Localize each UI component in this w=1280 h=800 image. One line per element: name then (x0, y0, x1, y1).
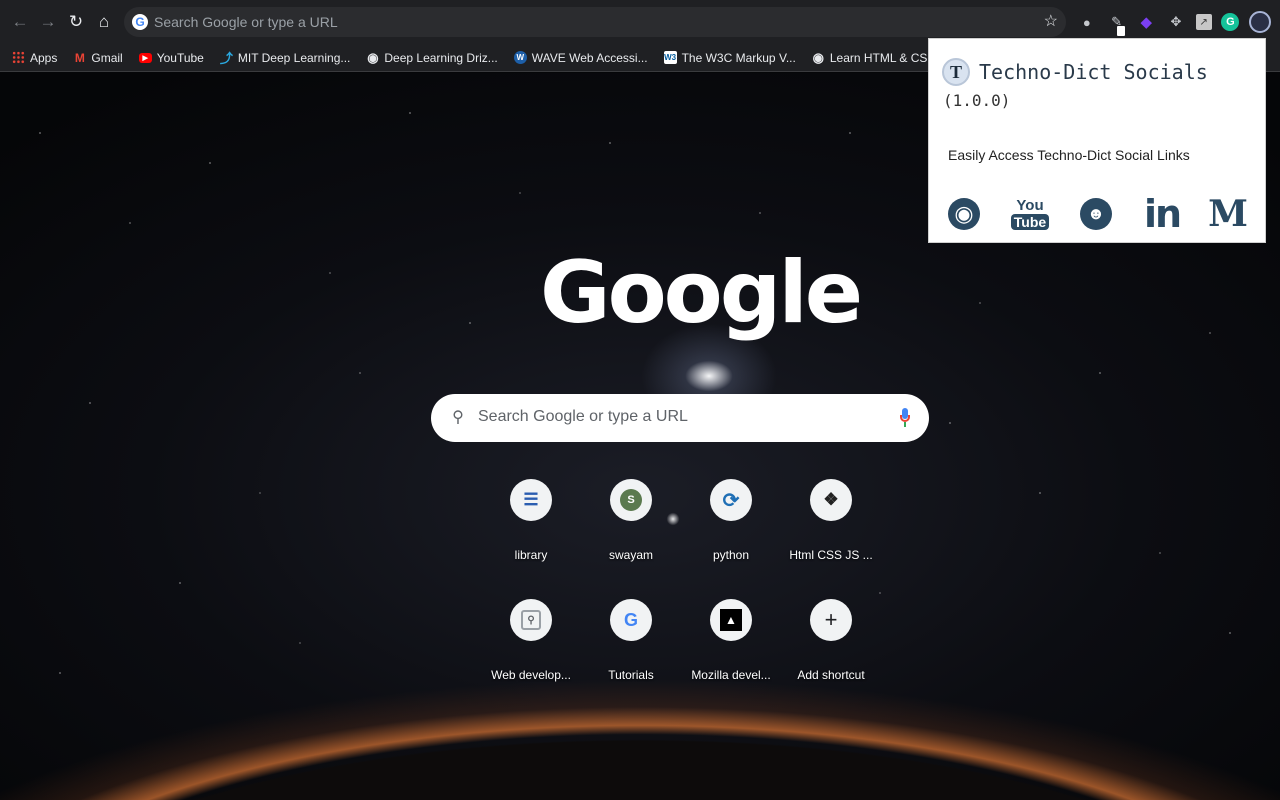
popup-title: Techno-Dict Socials (979, 60, 1208, 84)
github-icon: ☻ (1080, 198, 1112, 230)
bookmark-star-icon[interactable]: ☆ (1044, 11, 1058, 31)
shortcut-label: Tutorials (608, 668, 654, 682)
popup-version: (1.0.0) (943, 91, 1011, 110)
bug-extension-icon[interactable]: ● (1077, 12, 1097, 32)
gmail-icon: M (74, 50, 85, 65)
shortcut-tile: + (810, 599, 852, 641)
popup-description: Easily Access Techno-Dict Social Links (948, 147, 1190, 163)
reload-icon[interactable]: ↻ (62, 8, 90, 36)
apps-grid-icon (12, 51, 25, 64)
bookmark-label: Apps (30, 50, 58, 65)
shortcut-tile: S (610, 479, 652, 521)
shortcut-web-developer[interactable]: ⚲ Web develop... (481, 597, 581, 699)
swayam-icon: S (620, 489, 642, 511)
shortcut-label: Web develop... (491, 668, 571, 682)
shortcut-library[interactable]: ☰ library (481, 477, 581, 579)
mozilla-icon: ▲ (720, 609, 742, 631)
home-icon[interactable]: ⌂ (90, 8, 118, 36)
medium-icon: M (1208, 193, 1248, 235)
extension-pin-marker (1117, 26, 1125, 36)
bookmark-label: Deep Learning Driz... (384, 50, 498, 65)
extensions-area: ● ✎ ◆ ✥ ↗ G (1072, 6, 1276, 38)
shortcut-label: python (712, 548, 750, 562)
codepen-icon: ❖ (823, 490, 839, 509)
search-box[interactable]: ⚲ Search Google or type a URL (431, 394, 929, 442)
youtube-icon-top: You (1016, 197, 1044, 214)
bookmark-gmail[interactable]: M Gmail (73, 50, 123, 65)
mit-icon: ⤴ (219, 51, 233, 66)
extension-popup: T Techno-Dict Socials (1.0.0) Easily Acc… (928, 38, 1266, 243)
shortcut-label: Html CSS JS ... (789, 548, 873, 562)
shortcut-tile: ▲ (710, 599, 752, 641)
bookmark-label: YouTube (156, 50, 204, 65)
bookmark-w3c-validator[interactable]: W3 The W3C Markup V... (663, 50, 796, 65)
techno-dict-extension-icon[interactable] (1249, 11, 1272, 33)
linkedin-icon: in (1143, 192, 1182, 236)
library-icon: ☰ (523, 490, 539, 509)
shortcut-grid: ☰ library S swayam ⟳ python ❖ Html CSS J… (481, 477, 879, 699)
microphone-icon[interactable] (900, 408, 910, 428)
web-dev-icon: ⚲ (521, 610, 541, 630)
w3c-icon: W3 (663, 51, 677, 64)
youtube-icon: ▶ (138, 52, 152, 63)
python-icon: ⟳ (722, 489, 740, 512)
globe-icon: ◉ (948, 198, 980, 230)
shortcut-tutorials[interactable]: G Tutorials (581, 597, 681, 699)
bookmark-label: The W3C Markup V... (681, 50, 796, 65)
shortcut-mozilla-developer[interactable]: ▲ Mozilla devel... (681, 597, 781, 699)
globe-icon: ◉ (367, 49, 379, 65)
shortcut-html-css-js[interactable]: ❖ Html CSS JS ... (781, 477, 881, 579)
linkedin-link[interactable]: in (1143, 192, 1182, 236)
google-icon: G (132, 14, 148, 30)
youtube-icon-bottom: Tube (1010, 214, 1050, 230)
google-icon: G (623, 609, 638, 630)
medium-link[interactable]: M (1208, 193, 1248, 235)
bookmark-deep-learning-drizzle[interactable]: ◉ Deep Learning Driz... (366, 49, 498, 65)
pdf-extension-icon[interactable]: ↗ (1195, 14, 1212, 30)
add-shortcut-button[interactable]: + Add shortcut (781, 597, 881, 699)
bookmark-mit-deep-learning[interactable]: ⤴ MIT Deep Learning... (219, 50, 351, 67)
github-link[interactable]: ☻ (1078, 194, 1114, 234)
address-bar[interactable]: G Search Google or type a URL ☆ (124, 7, 1066, 37)
google-logo: Google (540, 243, 863, 343)
plus-icon: + (824, 607, 838, 632)
shortcut-tile: ⚲ (510, 599, 552, 641)
bookmark-apps[interactable]: Apps (12, 51, 57, 65)
bookmark-youtube[interactable]: ▶ YouTube (138, 50, 204, 65)
techno-dict-logo-icon: T (942, 58, 970, 86)
shortcut-label: Mozilla devel... (691, 668, 771, 682)
shortcut-tile: ⟳ (710, 479, 752, 521)
forward-arrow-icon[interactable]: → (34, 8, 62, 36)
bookmark-label: MIT Deep Learning... (237, 50, 351, 65)
globe-icon: ◉ (812, 49, 825, 65)
grammarly-extension-icon[interactable]: G (1221, 13, 1240, 31)
social-links: ◉ You Tube ☻ in M (946, 192, 1248, 236)
back-arrow-icon[interactable]: ← (6, 8, 34, 36)
website-link[interactable]: ◉ (946, 194, 982, 234)
shortcut-swayam[interactable]: S swayam (581, 477, 681, 579)
shortcut-label: Add shortcut (797, 668, 865, 682)
shortcut-label: swayam (608, 548, 653, 562)
shortcut-tile: ☰ (510, 479, 552, 521)
search-icon: ⚲ (452, 409, 464, 426)
search-placeholder: Search Google or type a URL (478, 408, 688, 425)
youtube-link[interactable]: You Tube (1010, 194, 1050, 234)
move-extension-icon[interactable]: ✥ (1166, 12, 1186, 32)
wave-icon: W (513, 51, 527, 64)
address-placeholder: Search Google or type a URL (154, 14, 338, 30)
shortcut-python[interactable]: ⟳ python (681, 477, 781, 579)
bookmark-learn-html-css[interactable]: ◉ Learn HTML & CSS... (812, 49, 946, 65)
bookmark-wave[interactable]: W WAVE Web Accessi... (513, 50, 648, 65)
shortcut-tile: G (610, 599, 652, 641)
shortcut-label: library (514, 548, 548, 562)
bookmark-label: WAVE Web Accessi... (531, 50, 648, 65)
diamond-extension-icon[interactable]: ◆ (1136, 12, 1156, 32)
bookmark-label: Gmail (91, 50, 123, 65)
shortcut-tile: ❖ (810, 479, 852, 521)
